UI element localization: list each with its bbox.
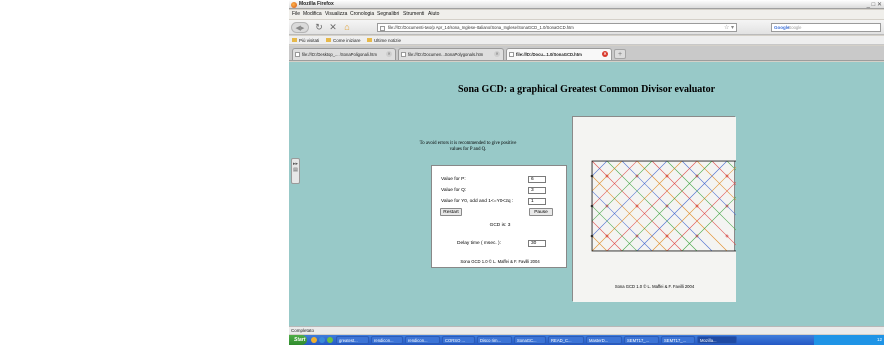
taskbar-item[interactable]: MasterD... [586,336,622,344]
window-controls[interactable]: _ □ ✕ [867,1,882,8]
menu-aiuto[interactable]: Aiuto [428,11,439,17]
close-tab-icon[interactable]: ✕ [386,51,392,57]
taskbar-item[interactable]: rendicon... [405,336,440,344]
p-label: Value for P: [441,177,466,182]
drawing-panel: Sona GCD 1.0 © L. Maffei & F. Favilli 20… [411,116,863,302]
close-tab-icon[interactable]: ✕ [494,51,500,57]
reload-icon[interactable]: ↻ [313,22,325,33]
page-icon [401,52,406,57]
bookmark-ultime-notizie[interactable]: Ultime notizie [367,38,401,43]
menu-segnalibri[interactable]: Segnalibri [377,11,399,17]
stop-icon[interactable]: ✕ [327,22,339,33]
delay-input[interactable]: 30 [528,240,546,247]
q-input[interactable]: 3 [528,187,546,194]
address-bar[interactable]: file:///D:/Documenti-two/p Apr_14/sona_I… [377,23,737,32]
quicklaunch-icon[interactable] [327,337,333,343]
taskbar-item[interactable]: SEMT17_... [661,336,695,344]
diagonal-line [711,160,803,252]
bookmarks-toolbar: Più visitati Come iniziare Ultime notizi… [289,36,884,45]
tab-sona-polygonals[interactable]: file:///D:/Documen...SonaPolygonals.htm … [398,48,504,60]
sidebar-toggle[interactable]: ▸▸ ▤ [291,158,300,184]
restart-button[interactable]: Restart [440,208,462,216]
drawing-credit: Sona GCD 1.0 © L. Maffei & F. Favilli 20… [614,284,695,289]
delay-label: Delay time ( msec. ): [457,241,501,246]
recommendation-text: To avoid errors it is recommended to giv… [419,141,517,152]
search-placeholder: Google [788,25,802,30]
tab-sona-gcd[interactable]: file:///D:/Docu...1.0/SonaGCD.htm ✕ [506,48,612,60]
menu-strumenti[interactable]: Strumenti [403,11,424,17]
menu-bar: File Modifica Visualizza Cronologia Segn… [289,10,884,19]
sona-drawing [411,117,863,302]
menu-modifica[interactable]: Modifica [303,11,322,17]
bookmark-piu-visitati[interactable]: Più visitati [292,38,319,43]
gcd-result: GCD is: 3 [489,223,511,228]
page-icon [326,38,331,43]
new-tab-button[interactable]: + [614,49,626,59]
quicklaunch-icon[interactable] [311,337,317,343]
windows-taskbar: Start greatest... rendicon... rendicon..… [289,335,884,345]
home-icon[interactable]: ⌂ [341,22,353,33]
menu-visualizza[interactable]: Visualizza [325,11,347,17]
tab-label: file:///D:/Documen...SonaPolygonals.htm [408,52,484,57]
y0-input[interactable]: 1 [528,198,546,205]
rss-icon [367,38,372,43]
back-button[interactable]: ◀▸ [291,22,309,33]
browser-window: Mozilla Firefox _ □ ✕ File Modifica Visu… [289,0,884,345]
folder-icon [292,38,297,43]
bookmark-come-iniziare[interactable]: Come iniziare [326,38,361,43]
taskbar-item-active[interactable]: Mozilla... [697,336,737,344]
menu-cronologia[interactable]: Cronologia [350,11,374,17]
pause-button[interactable]: Pause [529,208,553,216]
start-button[interactable]: Start [289,335,307,345]
system-tray: 12 [814,335,884,345]
firefox-icon [291,1,297,8]
grid-frame [591,160,773,252]
page-icon [509,52,514,57]
menu-file[interactable]: File [292,11,300,17]
q-label: Value for Q: [441,188,467,193]
input-panel: Value for P: 6 Value for Q: 3 Value for … [431,165,567,268]
page-icon [295,52,300,57]
taskbar-item[interactable]: SonaGC... [514,336,546,344]
taskbar-item[interactable]: READ_C... [548,336,584,344]
y0-label: Value for Y0, odd and 1<=Y0<2q : [441,199,514,204]
p-input[interactable]: 6 [528,176,546,183]
taskbar-item[interactable]: greatest... [336,336,369,344]
tab-label: file:///D:/Desktop_... /SonaPoligonali.h… [302,52,377,57]
page-content: ▸▸ ▤ Sona GCD: a graphical Greatest Commo… [289,62,884,326]
page-icon [380,25,385,31]
start-dot [590,234,594,238]
tab-sona-poligonali[interactable]: file:///D:/Desktop_... /SonaPoligonali.h… [292,48,396,60]
diagonal-line [696,160,788,252]
status-bar: Completato [289,326,884,334]
diagonal-line [651,160,743,252]
taskbar-item[interactable]: rendicon... [371,336,403,344]
page-title: Sona GCD: a graphical Greatest Common Di… [457,84,716,95]
mask [573,251,736,302]
mask [573,117,736,161]
google-icon[interactable]: Google [774,25,790,31]
taskbar-item[interactable]: CORSO ... [442,336,475,344]
address-text: file:///D:/Documenti-two/p Apr_14/sona_I… [388,25,574,30]
desktop-blank-area [0,0,289,345]
start-dot [590,204,594,208]
quicklaunch-icon[interactable] [319,337,325,343]
tab-strip: file:///D:/Desktop_... /SonaPoligonali.h… [289,46,884,61]
search-box[interactable]: Google Google [771,23,881,32]
window-title: Mozilla Firefox [299,1,334,7]
title-bar: Mozilla Firefox _ □ ✕ [289,0,884,9]
panel-credit: Sona GCD 1.0 © L. Maffei & F. Favilli 20… [460,259,540,264]
grid-frame [591,160,773,252]
taskbar-item[interactable]: SEMT17_... [624,336,659,344]
start-dot [590,174,594,178]
bookmark-star-icon[interactable]: ☆ ▾ [724,24,734,31]
tab-label: file:///D:/Docu...1.0/SonaGCD.htm [516,52,582,57]
close-tab-icon[interactable]: ✕ [602,51,608,57]
clock: 12 [876,337,882,342]
navigation-toolbar: ◀▸ ↻ ✕ ⌂ file:///D:/Documenti-two/p Apr_… [289,20,884,35]
diagonal-line [651,160,743,252]
taskbar-item[interactable]: Disco rim... [477,336,512,344]
